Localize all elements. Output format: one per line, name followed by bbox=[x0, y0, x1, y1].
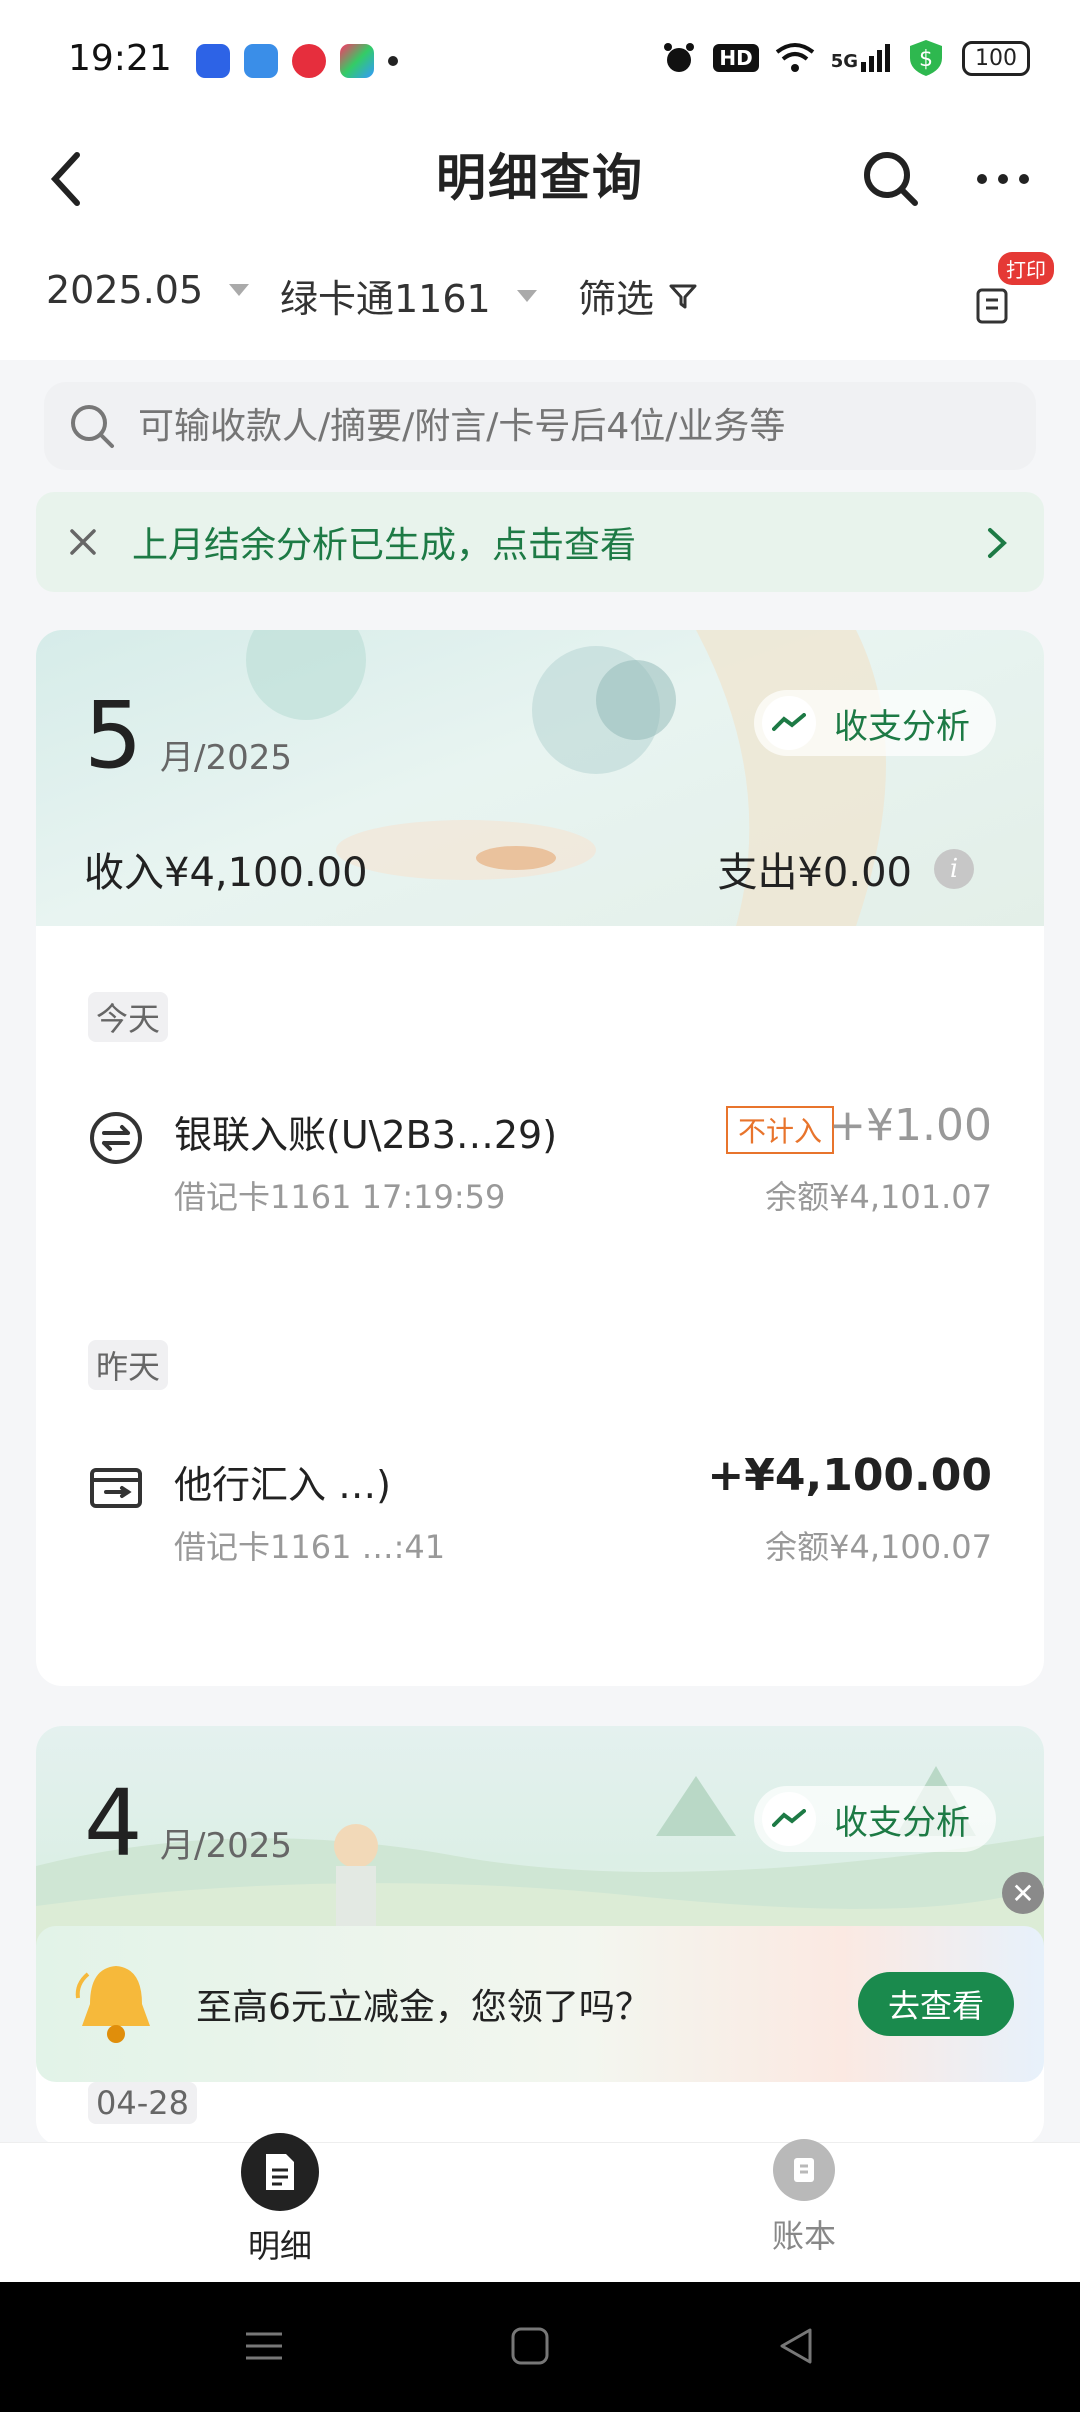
transaction-amount: +¥1.00 bbox=[829, 1100, 992, 1151]
analysis-banner[interactable]: 上月结余分析已生成，点击查看 bbox=[36, 492, 1044, 592]
svg-text:$: $ bbox=[919, 47, 933, 72]
security-shield-icon: $ bbox=[910, 40, 942, 76]
baidu-app-icon bbox=[196, 44, 230, 78]
banner-text: 上月结余分析已生成，点击查看 bbox=[132, 525, 637, 566]
transaction-row[interactable]: 银联入账(U\2B3…29) 不计入 +¥1.00 借记卡1161 17:19:… bbox=[36, 1100, 1044, 1220]
battery-indicator: 100 bbox=[962, 40, 1030, 76]
hd-icon: HD bbox=[713, 44, 759, 72]
bank-transfer-icon bbox=[90, 1468, 142, 1508]
month-year-label: 月/2025 bbox=[160, 1826, 292, 1866]
not-counted-tag: 不计入 bbox=[725, 1106, 834, 1154]
filter-button[interactable]: 筛选 bbox=[578, 268, 698, 323]
month-summary-header: 5 月/2025 收支分析 收入¥4,100.00 支出¥0.00 i bbox=[36, 630, 1044, 926]
chevron-right-icon bbox=[988, 528, 1007, 558]
day-label-today: 今天 bbox=[88, 992, 169, 1042]
bottom-navigation: 明细 账本 bbox=[0, 2133, 1080, 2282]
search-icon bbox=[864, 152, 918, 206]
month-card-may: 5 月/2025 收支分析 收入¥4,100.00 支出¥0.00 i 今天 银… bbox=[36, 630, 1044, 1686]
month-number: 4 bbox=[84, 1770, 143, 1877]
status-time: 19:21 bbox=[68, 38, 172, 79]
account-selector[interactable]: 绿卡通1161 bbox=[280, 268, 537, 323]
expense-total: 支出¥0.00 bbox=[717, 850, 912, 896]
transaction-name: 他行汇入 …) bbox=[174, 1463, 391, 1507]
account-selector-label: 绿卡通1161 bbox=[280, 277, 491, 321]
month-summary-header: 4 月/2025 收支分析 bbox=[36, 1726, 1044, 1956]
filter-bar: 2025.05 绿卡通1161 筛选 打印 bbox=[0, 230, 1080, 360]
details-document-icon bbox=[241, 2133, 319, 2211]
income-total: 收入¥4,100.00 bbox=[84, 850, 368, 896]
more-dots-icon bbox=[977, 174, 1029, 184]
nav-label-ledger: 账本 bbox=[771, 2217, 836, 2255]
caret-down-icon bbox=[229, 284, 250, 296]
analysis-label: 收支分析 bbox=[834, 1802, 970, 1843]
feather-app-icon bbox=[244, 44, 278, 78]
back-triangle-icon[interactable] bbox=[776, 2326, 816, 2366]
notification-icons bbox=[196, 44, 398, 78]
income-expense-analysis-button[interactable]: 收支分析 bbox=[754, 1786, 996, 1852]
close-icon[interactable] bbox=[68, 527, 98, 557]
print-badge: 打印 bbox=[998, 252, 1054, 285]
expense-total-wrap: 支出¥0.00 i bbox=[717, 840, 974, 898]
ledger-icon bbox=[773, 2139, 835, 2201]
search-icon bbox=[71, 405, 114, 448]
transaction-name: 银联入账(U\2B3…29) bbox=[174, 1113, 558, 1157]
nav-item-details[interactable]: 明细 bbox=[180, 2133, 380, 2267]
income-expense-analysis-button[interactable]: 收支分析 bbox=[754, 690, 996, 756]
month-selector-label: 2025.05 bbox=[46, 268, 204, 312]
promo-view-button[interactable]: 去查看 bbox=[857, 1972, 1014, 2036]
transaction-row[interactable]: 他行汇入 …) +¥4,100.00 借记卡1161 …:41 余额¥4,100… bbox=[36, 1450, 1044, 1570]
wifi-icon bbox=[775, 43, 814, 72]
photos-app-icon bbox=[340, 44, 374, 78]
promo-banner[interactable]: 至高6元立减金，您领了吗？ 去查看 bbox=[36, 1926, 1044, 2082]
nav-item-ledger[interactable]: 账本 bbox=[704, 2139, 904, 2257]
transaction-balance: 余额¥4,101.07 bbox=[765, 1178, 992, 1216]
promo-text: 至高6元立减金，您领了吗？ bbox=[196, 1987, 651, 2028]
analysis-label: 收支分析 bbox=[834, 706, 970, 747]
transaction-balance: 余额¥4,100.07 bbox=[765, 1528, 992, 1566]
month-selector[interactable]: 2025.05 bbox=[46, 268, 250, 312]
alarm-icon bbox=[664, 43, 695, 72]
transaction-amount: +¥4,100.00 bbox=[707, 1450, 992, 1501]
info-icon[interactable]: i bbox=[934, 849, 974, 889]
filter-label: 筛选 bbox=[578, 277, 655, 321]
signal-5g-icon: 5G bbox=[831, 44, 890, 72]
home-square-icon[interactable] bbox=[510, 2326, 550, 2366]
menu-lines-icon[interactable] bbox=[244, 2326, 284, 2366]
video-app-icon bbox=[292, 44, 326, 78]
system-navigation-bar bbox=[0, 2282, 1080, 2412]
funnel-icon bbox=[669, 284, 697, 308]
more-notifications-dot bbox=[388, 56, 398, 66]
network-type-label: 5G bbox=[830, 51, 858, 72]
status-right: HD 5G $ 100 bbox=[661, 38, 1030, 78]
nav-label-details: 明细 bbox=[247, 2227, 312, 2265]
more-button[interactable] bbox=[968, 144, 1038, 214]
promo-close-button[interactable]: ✕ bbox=[1002, 1872, 1044, 1914]
transaction-card-time: 借记卡1161 17:19:59 bbox=[174, 1178, 506, 1216]
trend-icon bbox=[762, 696, 816, 750]
search-button[interactable] bbox=[856, 144, 926, 214]
status-bar: 19:21 HD 5G $ 100 bbox=[0, 0, 1080, 120]
transaction-card-time: 借记卡1161 …:41 bbox=[174, 1528, 446, 1566]
month-year-label: 月/2025 bbox=[160, 738, 292, 778]
top-app-bar: 明细查询 bbox=[0, 120, 1080, 230]
day-label-date: 04-28 bbox=[88, 2082, 197, 2124]
day-label-yesterday: 昨天 bbox=[88, 1340, 169, 1390]
caret-down-icon bbox=[516, 289, 537, 302]
document-icon bbox=[976, 288, 1008, 324]
bell-icon bbox=[75, 1966, 150, 2043]
month-number: 5 bbox=[84, 682, 143, 789]
trend-icon bbox=[762, 1792, 816, 1846]
unionpay-transfer-icon bbox=[90, 1112, 142, 1164]
search-bar[interactable] bbox=[44, 382, 1036, 470]
search-input[interactable] bbox=[138, 405, 998, 447]
